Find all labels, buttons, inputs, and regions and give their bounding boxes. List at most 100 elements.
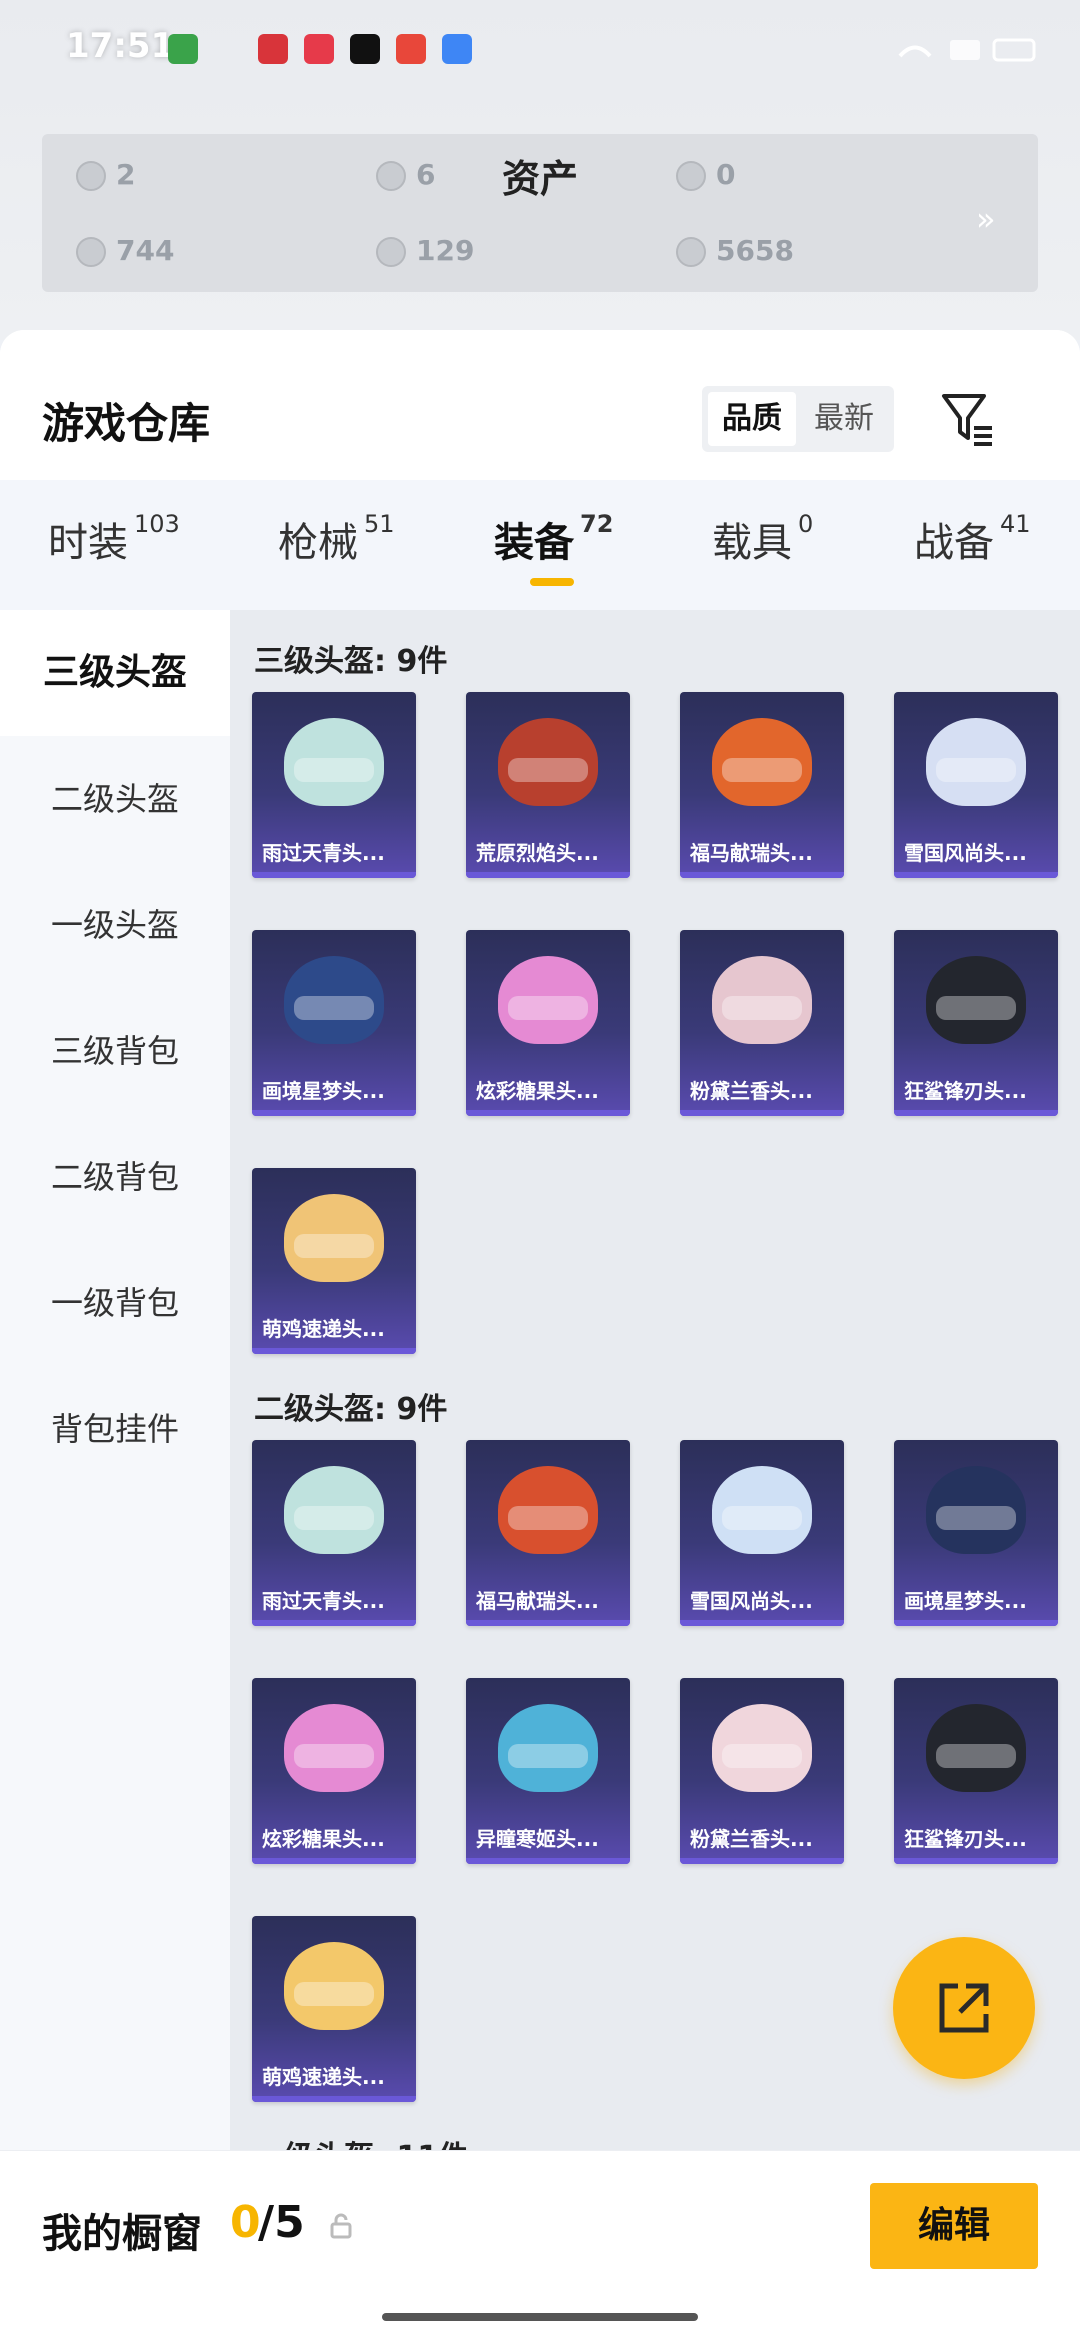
visor-shape xyxy=(294,996,374,1020)
visor-shape xyxy=(294,1506,374,1530)
item-card[interactable]: 画境星梦头... xyxy=(894,1440,1058,1626)
section-title: 二级头盔: 9件 xyxy=(254,1392,448,1427)
showcase-label: 我的橱窗 xyxy=(42,2211,202,2257)
item-card[interactable]: 荒原烈焰头... xyxy=(466,692,630,878)
rarity-bar xyxy=(894,1110,1058,1116)
tiktok-icon xyxy=(350,34,380,64)
side-item-level2-helmet[interactable]: 二级头盔 xyxy=(0,736,230,862)
asset-value: 129 xyxy=(376,234,474,267)
edit-button[interactable]: 编辑 xyxy=(870,2183,1038,2269)
side-item-level1-backpack[interactable]: 一级背包 xyxy=(0,1240,230,1366)
app-notification-icon xyxy=(442,34,472,64)
tab-guns[interactable]: 枪械 51 xyxy=(278,510,395,580)
tab-fashion[interactable]: 时装 103 xyxy=(48,510,180,580)
coin-icon xyxy=(676,161,706,191)
item-label: 雨过天青头... xyxy=(262,1589,385,1613)
filter-icon[interactable] xyxy=(940,388,996,448)
rarity-bar xyxy=(252,2096,416,2102)
visor-shape xyxy=(722,996,802,1020)
side-item-level3-backpack[interactable]: 三级背包 xyxy=(0,988,230,1114)
asset-value: 0 xyxy=(676,158,735,191)
visor-shape xyxy=(936,1744,1016,1768)
item-card[interactable]: 萌鸡速递头... xyxy=(252,1168,416,1354)
visor-shape xyxy=(936,758,1016,782)
chevron-right-icon[interactable]: » xyxy=(976,200,1006,238)
rarity-bar xyxy=(466,1110,630,1116)
sort-newest-button[interactable]: 最新 xyxy=(800,392,888,446)
item-card[interactable]: 狂鲨锋刃头... xyxy=(894,1678,1058,1864)
visor-shape xyxy=(294,758,374,782)
item-card[interactable]: 狂鲨锋刃头... xyxy=(894,930,1058,1116)
showcase-bar: 我的橱窗 0 /5 编辑 xyxy=(0,2150,1080,2340)
rarity-bar xyxy=(680,872,844,878)
visor-shape xyxy=(722,758,802,782)
lock-icon xyxy=(330,2213,352,2239)
share-fab-button[interactable] xyxy=(893,1937,1035,2079)
item-label: 画境星梦头... xyxy=(262,1079,385,1103)
tab-vehicles[interactable]: 载具 0 xyxy=(712,510,813,580)
asset-title: 资产 xyxy=(501,157,578,201)
item-card[interactable]: 雨过天青头... xyxy=(252,692,416,878)
category-tabs: 时装 103 枪械 51 装备 72 载具 0 战备 41 xyxy=(0,480,1080,610)
tab-supplies[interactable]: 战备 41 xyxy=(914,510,1031,580)
asset-value: 2 xyxy=(76,158,135,191)
status-bar: 17:51 xyxy=(0,0,1080,100)
signal-battery-icons xyxy=(890,34,1040,64)
visor-shape xyxy=(508,1744,588,1768)
item-card[interactable]: 雪国风尚头... xyxy=(894,692,1058,878)
rarity-bar xyxy=(894,1858,1058,1864)
gem-icon xyxy=(76,237,106,267)
side-item-backpack-charm[interactable]: 背包挂件 xyxy=(0,1366,230,1492)
rarity-bar xyxy=(252,1858,416,1864)
item-label: 萌鸡速递头... xyxy=(262,1317,385,1341)
item-label: 雪国风尚头... xyxy=(904,841,1027,865)
coin-icon xyxy=(376,161,406,191)
visor-shape xyxy=(936,996,1016,1020)
item-card[interactable]: 福马献瑞头... xyxy=(466,1440,630,1626)
item-card[interactable]: 粉黛兰香头... xyxy=(680,1678,844,1864)
side-item-level2-backpack[interactable]: 二级背包 xyxy=(0,1114,230,1240)
visor-shape xyxy=(508,1506,588,1530)
asset-card[interactable]: 资产 2 6 0 744 129 5658 xyxy=(42,134,1038,292)
sort-quality-button[interactable]: 品质 xyxy=(708,392,796,446)
item-card[interactable]: 雨过天青头... xyxy=(252,1440,416,1626)
item-label: 狂鲨锋刃头... xyxy=(904,1827,1027,1851)
asset-value: 6 xyxy=(376,158,435,191)
rarity-bar xyxy=(252,1348,416,1354)
rarity-bar xyxy=(680,1620,844,1626)
video-app-icon xyxy=(396,34,426,64)
rarity-bar xyxy=(466,1620,630,1626)
asset-value: 744 xyxy=(76,234,174,267)
rarity-bar xyxy=(252,1110,416,1116)
item-card[interactable]: 画境星梦头... xyxy=(252,930,416,1116)
coin-icon xyxy=(76,161,106,191)
home-indicator xyxy=(382,2313,698,2321)
side-menu: 三级头盔 二级头盔 一级头盔 三级背包 二级背包 一级背包 背包挂件 xyxy=(0,610,230,2150)
item-card[interactable]: 福马献瑞头... xyxy=(680,692,844,878)
item-card[interactable]: 萌鸡速递头... xyxy=(252,1916,416,2102)
rarity-bar xyxy=(894,872,1058,878)
side-item-level3-helmet[interactable]: 三级头盔 xyxy=(0,610,230,736)
rarity-bar xyxy=(466,872,630,878)
visor-shape xyxy=(508,758,588,782)
side-item-level1-helmet[interactable]: 一级头盔 xyxy=(0,862,230,988)
app-notification-icon xyxy=(168,34,198,64)
visor-shape xyxy=(936,1506,1016,1530)
item-card[interactable]: 异瞳寒姬头... xyxy=(466,1678,630,1864)
app-notification-icon xyxy=(304,34,334,64)
item-card[interactable]: 炫彩糖果头... xyxy=(466,930,630,1116)
item-card[interactable]: 炫彩糖果头... xyxy=(252,1678,416,1864)
item-label: 雪国风尚头... xyxy=(690,1589,813,1613)
item-label: 萌鸡速递头... xyxy=(262,2065,385,2089)
tab-equipment[interactable]: 装备 72 xyxy=(494,510,613,580)
asset-value: 5658 xyxy=(676,234,794,267)
showcase-total-count: /5 xyxy=(258,2197,305,2248)
item-card[interactable]: 粉黛兰香头... xyxy=(680,930,844,1116)
item-label: 画境星梦头... xyxy=(904,1589,1027,1613)
item-card[interactable]: 雪国风尚头... xyxy=(680,1440,844,1626)
rarity-bar xyxy=(466,1858,630,1864)
section-title: 一级头盔: 11件 xyxy=(254,2132,468,2150)
section-title: 三级头盔: 9件 xyxy=(254,644,448,679)
status-time: 17:51 xyxy=(66,26,175,66)
item-label: 粉黛兰香头... xyxy=(690,1827,813,1851)
